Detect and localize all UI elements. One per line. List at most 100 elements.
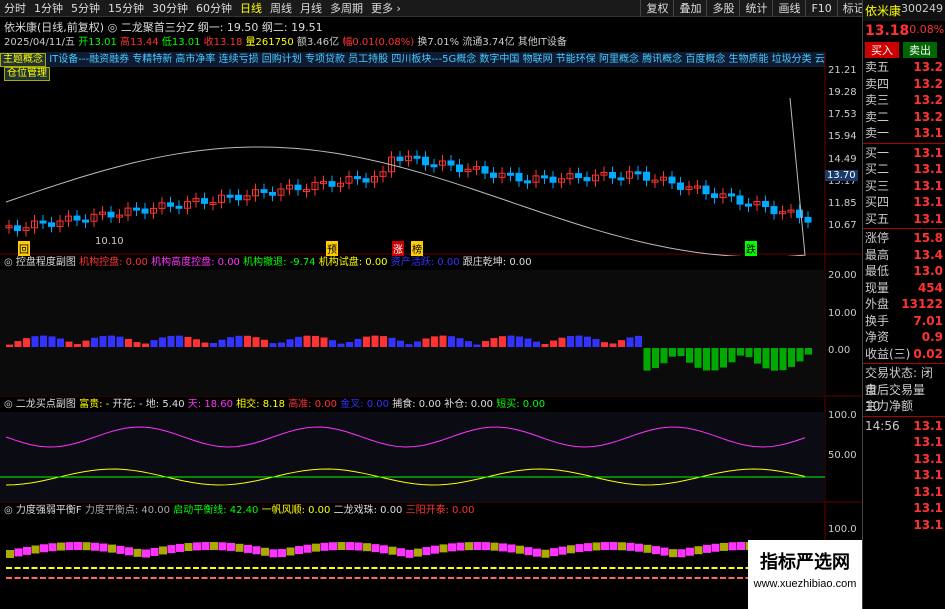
panel3-dash — [57, 567, 63, 569]
panel3-dash — [635, 577, 641, 579]
toolbar-button[interactable]: 画线 — [772, 0, 805, 17]
panel1-bar — [414, 341, 421, 347]
tick-row: 13.1 — [863, 467, 945, 484]
panel3-bar — [159, 546, 167, 555]
panel3-dash — [295, 567, 301, 569]
marker-bang: 榜 — [411, 241, 423, 256]
panel3-bar — [371, 544, 380, 553]
quote-label: 买四 — [865, 195, 890, 209]
panel3-bar — [48, 543, 57, 552]
buy-button[interactable]: 买入 — [865, 42, 899, 58]
quote-row: 卖二 13.2 — [863, 109, 945, 126]
period-tab[interactable]: 60分钟 — [196, 2, 232, 15]
panel1-bar — [354, 338, 362, 347]
panel2-item: 富贵: - — [79, 399, 110, 410]
panel3-bar — [550, 548, 558, 557]
marker-hui: 回 — [18, 241, 30, 256]
toolbar-button[interactable]: 复权 — [640, 0, 673, 17]
panel1-bar — [150, 340, 158, 347]
toolbar-button[interactable]: 多股 — [706, 0, 739, 17]
panel2-item: 地: 5.40 — [145, 399, 185, 410]
panel3-dash — [711, 567, 718, 569]
panel3-dash — [737, 567, 743, 569]
panel3-bar — [584, 543, 592, 552]
panel1-item: 资产活跃: 0.00 — [390, 257, 460, 268]
period-tab[interactable]: 月线 — [300, 2, 322, 15]
panel3-bar — [235, 543, 244, 552]
panel3-bar — [524, 547, 533, 556]
period-tab[interactable]: 多周期 — [330, 2, 363, 15]
y-tick-label: 0.00 — [828, 345, 851, 356]
panel3-dash — [261, 577, 267, 579]
candle-body — [14, 225, 21, 232]
period-tabs: 分时 1分钟 5分钟 15分钟 30分钟 60分钟 日线 周线 月线 多周期 更多 › — [0, 0, 405, 16]
panel3-dash — [456, 567, 463, 569]
quote-value: 13.4 — [913, 247, 943, 262]
y-tick-label: 21.21 — [828, 65, 857, 76]
quote-row: 换手 7.01 — [863, 313, 945, 330]
tick-row: 13.1 — [863, 500, 945, 517]
panel3-title: ◎ 力度强弱平衡F — [4, 505, 82, 516]
panel3-bar — [448, 543, 456, 552]
candle-body — [711, 193, 718, 199]
panel3-dash — [618, 567, 624, 569]
quote-row: 卖四 13.2 — [863, 76, 945, 93]
panel3-dash — [371, 567, 378, 569]
panel3-dash — [65, 577, 72, 579]
period-tab[interactable]: 30分钟 — [152, 2, 188, 15]
pct-change: 0.08% — [909, 23, 945, 36]
panel3-dash — [235, 567, 242, 569]
panel3-dash — [278, 577, 284, 579]
panel1-bar — [788, 348, 795, 367]
panel3-dash — [82, 577, 89, 579]
net-flow[interactable]: 主力净额 — [863, 398, 945, 415]
period-tab[interactable]: 分时 — [4, 2, 26, 15]
panel3-dash — [567, 567, 573, 569]
panel3-dash — [694, 567, 701, 569]
panel3-bar — [40, 544, 48, 553]
period-tab[interactable]: 5分钟 — [71, 2, 100, 15]
quote-value: 13.1 — [913, 211, 943, 226]
stock-code: 300249 — [901, 2, 943, 15]
period-tab[interactable]: 15分钟 — [108, 2, 144, 15]
panel3-dash — [558, 567, 565, 569]
period-tab[interactable]: 日线 — [240, 2, 262, 15]
candle-body — [702, 185, 710, 195]
panel3-bar — [643, 544, 652, 553]
toolbar-button[interactable]: 统计 — [739, 0, 772, 17]
panel3-dash — [320, 577, 327, 579]
period-tab[interactable]: 更多 › — [371, 2, 401, 15]
panel3-bar — [218, 542, 227, 551]
tick-price: 13.1 — [913, 468, 943, 482]
candle-body — [507, 172, 514, 176]
panel3-dash — [116, 567, 123, 569]
panel3-dash — [626, 577, 633, 579]
low-value: 低13.01 — [161, 37, 201, 48]
panel3-bar — [686, 547, 694, 556]
panel3-dash — [159, 577, 165, 579]
toolbar-button[interactable]: F10 — [805, 0, 836, 17]
panel3-bar — [295, 546, 303, 555]
panel3-dash — [346, 567, 352, 569]
panel3-dash — [728, 577, 735, 579]
panel3-dash — [618, 577, 624, 579]
tick-price: 13.1 — [913, 501, 943, 515]
panel3-dash — [252, 577, 259, 579]
panel3-dash — [499, 567, 505, 569]
panel3-bar — [660, 547, 669, 556]
panel3-bar — [116, 545, 125, 554]
panel1-title: ◎ 控盘程度副图 — [4, 257, 76, 268]
panel3-dash — [133, 567, 140, 569]
panel3-item: 二龙戏珠: 0.00 — [333, 505, 403, 516]
panel3-dash — [286, 577, 293, 579]
tick-time: 14:56 — [865, 418, 900, 433]
panel3-dash — [6, 567, 12, 569]
panel3-bars — [6, 542, 813, 579]
period-tab[interactable]: 周线 — [270, 2, 292, 15]
panel3-bar — [567, 545, 575, 554]
panel1-bar — [524, 338, 532, 347]
sell-button[interactable]: 卖出 — [903, 42, 937, 58]
candles-group — [5, 150, 812, 237]
period-tab[interactable]: 1分钟 — [34, 2, 63, 15]
toolbar-button[interactable]: 叠加 — [673, 0, 706, 17]
